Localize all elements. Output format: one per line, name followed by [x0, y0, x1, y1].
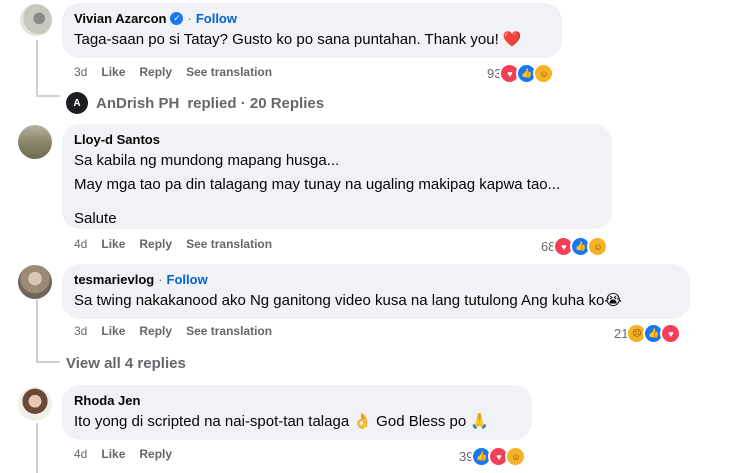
comment-bubble: Rhoda Jen Ito yong di scripted na nai-sp…: [62, 385, 532, 440]
avatar[interactable]: [18, 125, 52, 159]
reply-button[interactable]: Reply: [139, 237, 172, 251]
comment-actions: 3d Like Reply See translation: [74, 324, 272, 338]
timestamp[interactable]: 3d: [74, 324, 87, 338]
care-reaction-icon: ☺: [587, 236, 609, 257]
comment-bubble: Vivian Azarcon ✓ · Follow Taga-saan po s…: [62, 3, 562, 58]
reaction-summary[interactable]: 68 ♥ 👍 ☺: [541, 236, 609, 257]
author-name[interactable]: Rhoda Jen: [74, 393, 140, 408]
comment-author: Vivian Azarcon ✓ · Follow: [74, 11, 550, 26]
replied-page-name: AnDrish PH: [96, 94, 180, 112]
comment-text: Ito yong di scripted na nai-spot-tan tal…: [74, 413, 490, 430]
like-button[interactable]: Like: [101, 447, 125, 461]
comment-actions: 4d Like Reply: [74, 447, 172, 461]
comment-author: Lloy-d Santos: [74, 132, 600, 147]
like-button[interactable]: Like: [101, 65, 125, 79]
like-button[interactable]: Like: [101, 237, 125, 251]
page-logo-icon: A: [66, 92, 88, 114]
follow-button[interactable]: Follow: [196, 11, 237, 26]
comment-text: Sa twing nakakanood ako Ng ganitong vide…: [74, 292, 622, 309]
timestamp[interactable]: 4d: [74, 237, 87, 251]
avatar[interactable]: [18, 265, 52, 299]
avatar[interactable]: [20, 4, 52, 36]
reaction-summary[interactable]: 93 ♥ 👍 ☺: [487, 63, 555, 84]
like-button[interactable]: Like: [101, 324, 125, 338]
reply-button[interactable]: Reply: [139, 324, 172, 338]
love-reaction-icon: ♥: [660, 323, 682, 344]
separator: ·: [187, 11, 192, 26]
comment-author: tesmarievlog · Follow: [74, 272, 678, 287]
timestamp[interactable]: 3d: [74, 65, 87, 79]
comment-actions: 3d Like Reply See translation: [74, 65, 272, 79]
replied-text: replied · 20 Replies: [187, 94, 325, 112]
thread-line: [36, 95, 60, 97]
see-translation-link[interactable]: See translation: [186, 324, 272, 338]
timestamp[interactable]: 4d: [74, 447, 87, 461]
author-name[interactable]: Lloy-d Santos: [74, 132, 160, 147]
thread-line: [36, 423, 38, 473]
author-name[interactable]: tesmarievlog: [74, 272, 154, 287]
care-reaction-icon: ☺: [533, 63, 555, 84]
reaction-summary[interactable]: 39 👍 ♥ ☺: [459, 446, 527, 467]
follow-button[interactable]: Follow: [167, 272, 208, 287]
care-reaction-icon: ☺: [505, 446, 527, 467]
comment-bubble: tesmarievlog · Follow Sa twing nakakanoo…: [62, 264, 690, 319]
reply-button[interactable]: Reply: [139, 65, 172, 79]
thread-line: [36, 361, 60, 363]
comment-text: Salute: [74, 210, 117, 227]
thread-line: [36, 300, 38, 362]
thread-line: [36, 40, 38, 96]
comment-bubble: Lloy-d Santos Sa kabila ng mundong mapan…: [62, 124, 612, 229]
reply-button[interactable]: Reply: [139, 447, 172, 461]
comment-text: Sa kabila ng mundong mapang husga...: [74, 152, 340, 169]
verified-badge-icon: ✓: [170, 12, 184, 25]
comment-text: Taga-saan po si Tatay? Gusto ko po sana …: [74, 31, 522, 48]
separator: ·: [158, 272, 163, 287]
comment-actions: 4d Like Reply See translation: [74, 237, 272, 251]
see-translation-link[interactable]: See translation: [186, 65, 272, 79]
author-name[interactable]: Vivian Azarcon: [74, 11, 166, 26]
replies-summary[interactable]: A AnDrish PH replied · 20 Replies: [66, 92, 324, 114]
see-translation-link[interactable]: See translation: [186, 237, 272, 251]
comment-text: May mga tao pa din talagang may tunay na…: [74, 176, 561, 193]
reaction-summary[interactable]: 21 ☹ 👍 ♥: [614, 323, 682, 344]
avatar[interactable]: [18, 387, 52, 421]
view-all-replies-link[interactable]: View all 4 replies: [66, 355, 186, 372]
comment-author: Rhoda Jen: [74, 393, 520, 408]
